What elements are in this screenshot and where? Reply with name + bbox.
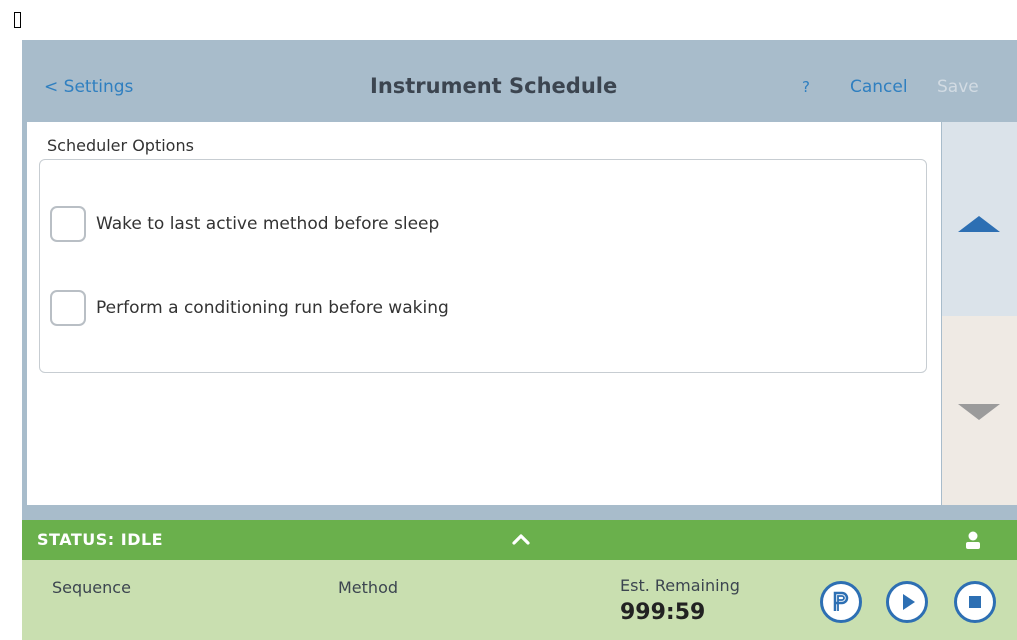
sequence-label: Sequence	[52, 578, 131, 597]
triangle-up-icon	[958, 216, 1000, 232]
option-conditioning-run[interactable]: Perform a conditioning run before waking	[50, 288, 449, 328]
status-text: STATUS: IDLE	[37, 530, 164, 549]
scroll-up-button[interactable]	[942, 122, 1017, 315]
play-button[interactable]	[886, 581, 928, 623]
help-button[interactable]: ?	[802, 78, 810, 96]
method-label: Method	[338, 578, 399, 597]
est-remaining-label: Est. Remaining	[620, 576, 740, 595]
scroll-column	[942, 122, 1017, 505]
est-remaining-value: 999:59	[620, 600, 706, 625]
placeholder-glyph	[14, 12, 21, 28]
run-info-panel: Sequence Method Est. Remaining 999:59	[22, 560, 1017, 640]
instrument-screen: < Settings Instrument Schedule ? Cancel …	[22, 40, 1017, 640]
options-group: Wake to last active method before sleep …	[39, 159, 927, 373]
page: < Settings Instrument Schedule ? Cancel …	[0, 0, 1017, 640]
status-bar: STATUS: IDLE	[22, 520, 1017, 560]
play-icon	[903, 594, 915, 610]
stop-icon	[969, 596, 981, 608]
save-button[interactable]: Save	[937, 77, 979, 97]
user-icon[interactable]	[962, 529, 984, 551]
prep-button[interactable]	[820, 581, 862, 623]
option-label: Wake to last active method before sleep	[96, 214, 440, 234]
option-wake-last-method[interactable]: Wake to last active method before sleep	[50, 204, 439, 244]
stop-button[interactable]	[954, 581, 996, 623]
chevron-up-icon[interactable]	[509, 528, 533, 552]
wake-last-method-checkbox[interactable]	[50, 206, 86, 242]
header-bar: < Settings Instrument Schedule ? Cancel …	[22, 40, 1017, 122]
cancel-button[interactable]: Cancel	[850, 77, 908, 97]
triangle-down-icon	[958, 404, 1000, 420]
content-panel: Scheduler Options Wake to last active me…	[27, 122, 941, 505]
page-title: Instrument Schedule	[370, 74, 618, 98]
section-label: Scheduler Options	[47, 136, 194, 155]
back-to-settings-link[interactable]: < Settings	[44, 77, 133, 97]
option-label: Perform a conditioning run before waking	[96, 298, 449, 318]
scroll-down-button[interactable]	[942, 316, 1017, 505]
conditioning-run-checkbox[interactable]	[50, 290, 86, 326]
prep-icon	[833, 591, 849, 611]
